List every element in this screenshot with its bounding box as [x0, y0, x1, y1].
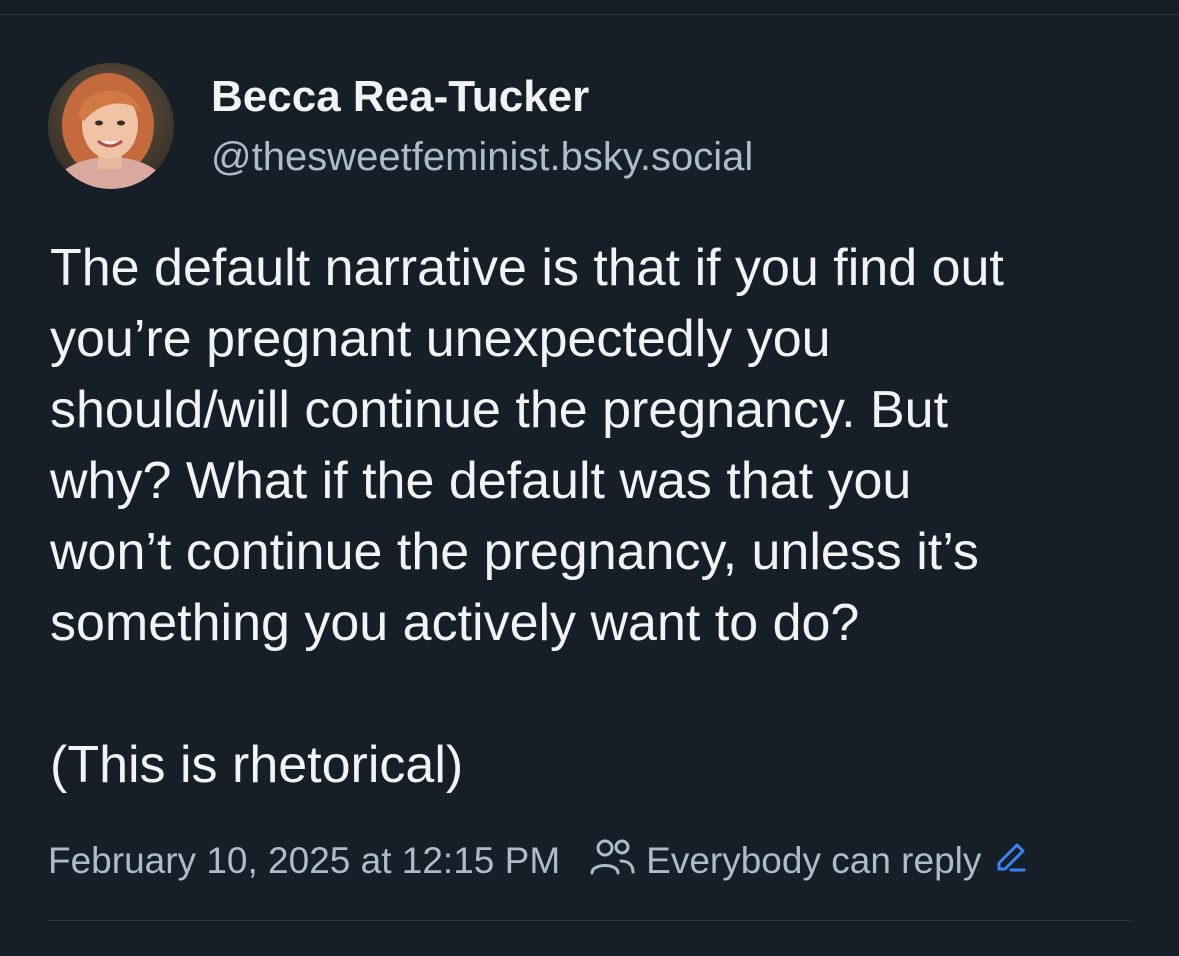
pencil-icon[interactable] [993, 839, 1029, 884]
post-text-paragraph: The default narrative is that if you fin… [50, 239, 1004, 652]
reply-setting-button[interactable]: Everybody can reply [588, 837, 1029, 886]
people-icon [588, 837, 636, 886]
author-info: Becca Rea-Tucker @thesweetfeminist.bsky.… [211, 69, 1111, 185]
user-avatar-icon [48, 63, 174, 189]
bottom-divider [48, 920, 1131, 921]
author-avatar[interactable] [48, 63, 174, 189]
post-thread-item: Becca Rea-Tucker @thesweetfeminist.bsky.… [0, 15, 1179, 956]
reply-setting-label: Everybody can reply [646, 840, 982, 881]
author-display-name[interactable]: Becca Rea-Tucker [211, 69, 1111, 125]
post-timestamp[interactable]: February 10, 2025 at 12:15 PM [48, 840, 560, 882]
post-text: The default narrative is that if you fin… [50, 233, 1150, 801]
author-handle[interactable]: @thesweetfeminist.bsky.social [211, 129, 1111, 185]
post-text-paragraph: (This is rhetorical) [50, 736, 464, 794]
post-meta: February 10, 2025 at 12:15 PM Everybody … [48, 835, 1029, 887]
